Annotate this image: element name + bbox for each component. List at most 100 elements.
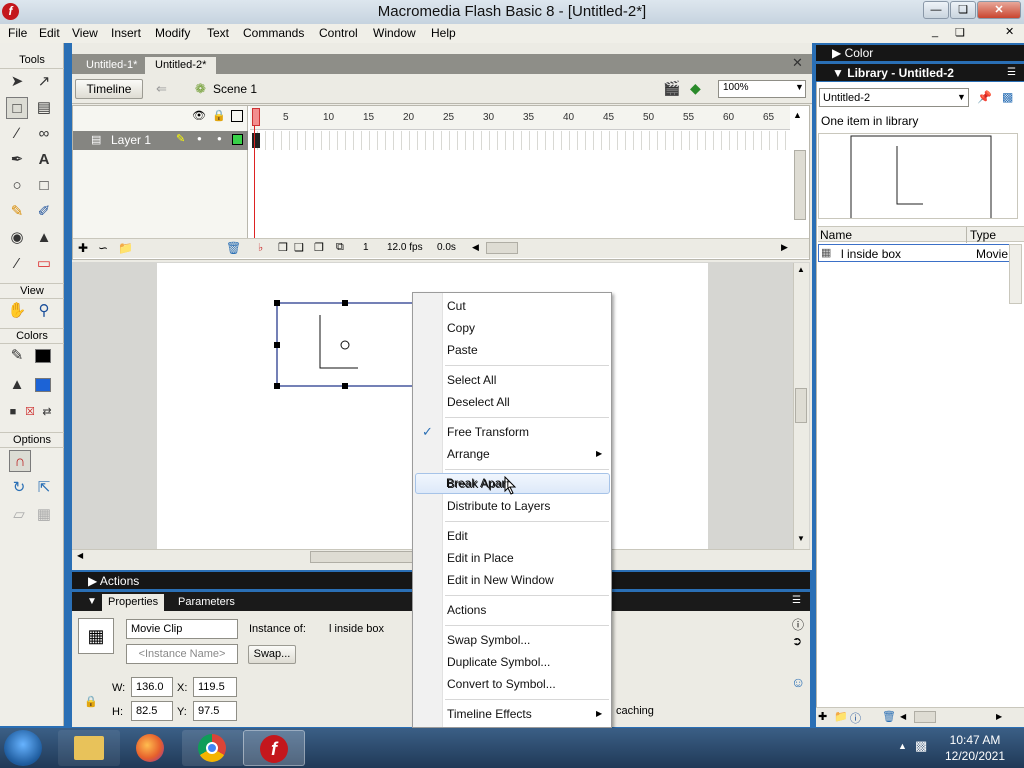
menu-item-edit[interactable]: Edit (447, 529, 468, 543)
lock-icon[interactable]: 🔒 (212, 109, 226, 122)
panel-options-icon[interactable]: ☰ (792, 595, 801, 606)
timeline-scroll-left-icon[interactable]: ◀ (472, 242, 479, 253)
properties-collapse-icon[interactable]: ▼ (87, 596, 97, 607)
visibility-dot-icon[interactable]: ● (197, 134, 202, 143)
timeline-toggle-button[interactable]: Timeline (75, 79, 143, 99)
library-item-name[interactable]: l inside box (841, 247, 901, 261)
menu-item-convert-symbol[interactable]: Convert to Symbol... (447, 677, 556, 691)
edit-symbols-icon[interactable]: ◆ (690, 80, 701, 97)
zoom-dropdown-icon[interactable]: ▼ (795, 82, 804, 92)
brush-tool-icon[interactable]: ✐ (33, 201, 55, 223)
edit-symbol-icon[interactable]: ➲ (792, 634, 802, 648)
menu-item-distribute[interactable]: Distribute to Layers (447, 499, 550, 513)
layer-color-swatch[interactable] (232, 134, 243, 145)
rotate-skew-icon[interactable]: ↻ (8, 477, 30, 499)
timeline-scroll-right-icon[interactable]: ▶ (781, 242, 788, 253)
add-guide-layer-icon[interactable]: ∽ (98, 241, 108, 255)
col-type[interactable]: Type (970, 228, 996, 242)
menu-item-actions[interactable]: Actions (447, 603, 486, 617)
new-symbol-icon[interactable]: ✚ (818, 710, 827, 723)
new-folder-icon[interactable]: 📁 (834, 710, 848, 723)
menu-modify[interactable]: Modify (155, 26, 190, 40)
stage-vscroll-thumb[interactable] (795, 388, 807, 423)
center-frame-icon[interactable]: ♭ (258, 241, 263, 254)
menu-item-break-apart[interactable]: Break Apart (447, 477, 510, 491)
minimize-button[interactable]: — (923, 1, 949, 19)
menu-window[interactable]: Window (373, 26, 416, 40)
eyedropper-tool-icon[interactable]: ⁄ (6, 253, 28, 275)
pin-library-icon[interactable]: 📌 (977, 90, 992, 104)
tab-untitled-2[interactable]: Untitled-2* (145, 57, 217, 74)
frame-cells[interactable] (250, 131, 790, 150)
tab-parameters[interactable]: Parameters (172, 594, 241, 611)
swap-colors-icon[interactable]: ⇄ (36, 401, 58, 423)
delete-layer-icon[interactable]: 🗑 (226, 241, 241, 255)
menu-item-select-all[interactable]: Select All (447, 373, 496, 387)
fill-color-swatch[interactable] (35, 378, 51, 392)
library-panel-header[interactable]: ▼ Library - Untitled-2 (816, 64, 1024, 81)
col-name[interactable]: Name (820, 228, 852, 242)
menu-item-cut[interactable]: Cut (447, 299, 466, 313)
menu-item-duplicate-symbol[interactable]: Duplicate Symbol... (447, 655, 550, 669)
modify-onion-markers-icon[interactable]: ⧉ (336, 241, 344, 254)
stage-scroll-down-icon[interactable]: ▼ (797, 534, 805, 543)
firefox-taskbar-icon[interactable] (121, 730, 183, 766)
symbol-behavior-select[interactable]: Movie Clip (126, 619, 238, 639)
playhead[interactable] (252, 108, 260, 126)
zoom-select[interactable]: 100% (718, 80, 806, 98)
close-doc-icon[interactable]: ✕ (792, 55, 803, 71)
arrow-tool-icon[interactable]: ➤ (6, 71, 28, 93)
close-button[interactable]: ✕ (977, 1, 1021, 19)
menu-control[interactable]: Control (319, 26, 358, 40)
subselect-tool-icon[interactable]: ↗ (33, 71, 55, 93)
insert-layer-icon[interactable]: ✚ (78, 241, 88, 255)
menu-insert[interactable]: Insert (111, 26, 141, 40)
pen-tool-icon[interactable]: ✒ (6, 149, 28, 171)
stage-scroll-up-icon[interactable]: ▲ (797, 265, 805, 274)
menu-item-deselect-all[interactable]: Deselect All (447, 395, 510, 409)
menu-commands[interactable]: Commands (243, 26, 304, 40)
menu-help[interactable]: Help (431, 26, 456, 40)
ink-bottle-tool-icon[interactable]: ◉ (6, 227, 28, 249)
restore-button[interactable]: ❏ (950, 1, 976, 19)
lock-dot-icon[interactable]: ● (217, 134, 222, 143)
back-arrow-icon[interactable]: ⇐ (156, 81, 167, 97)
outline-icon[interactable] (231, 110, 243, 122)
doc-restore-icon[interactable]: ❏ (955, 26, 965, 39)
edit-multiple-frames-icon[interactable]: ❐ (314, 241, 324, 254)
edit-scene-icon[interactable]: 🎬 (663, 80, 680, 97)
width-input[interactable]: 136.0 (131, 677, 173, 697)
menu-item-free-transform[interactable]: Free Transform (447, 425, 529, 439)
line-tool-icon[interactable]: ∕ (6, 123, 28, 145)
explorer-taskbar-icon[interactable] (58, 730, 120, 766)
delete-item-icon[interactable]: 🗑 (882, 710, 896, 723)
library-dropdown-icon[interactable]: ▼ (957, 92, 966, 102)
library-options-icon[interactable]: ☰ (1007, 67, 1016, 78)
constrain-lock-icon[interactable]: 🔒 (84, 695, 98, 708)
onion-skin-icon[interactable]: ❒ (278, 241, 288, 254)
stroke-color-icon[interactable]: ✎ (6, 345, 28, 367)
snap-magnet-icon[interactable]: ∩ (9, 450, 31, 472)
stage-scroll-left-icon[interactable]: ◀ (77, 551, 83, 560)
menu-view[interactable]: View (72, 26, 98, 40)
swap-button[interactable]: Swap... (248, 645, 296, 664)
start-button[interactable] (4, 730, 42, 766)
fill-transform-tool-icon[interactable]: ▤ (33, 97, 55, 119)
library-vscroll[interactable] (1009, 244, 1022, 304)
free-transform-tool-icon[interactable]: □ (6, 97, 28, 119)
menu-item-copy[interactable]: Copy (447, 321, 475, 335)
y-input[interactable]: 97.5 (193, 701, 237, 721)
pencil-tool-icon[interactable]: ✎ (6, 201, 28, 223)
menu-item-swap-symbol[interactable]: Swap Symbol... (447, 633, 530, 647)
onion-outlines-icon[interactable]: ❑ (294, 241, 304, 254)
doc-minimize-icon[interactable]: _ (932, 26, 938, 38)
lasso-tool-icon[interactable]: ∞ (33, 123, 55, 145)
zoom-tool-icon[interactable]: ⚲ (33, 300, 55, 322)
timeline-vscroll-thumb[interactable] (794, 150, 806, 220)
height-input[interactable]: 82.5 (131, 701, 173, 721)
x-input[interactable]: 119.5 (193, 677, 237, 697)
instance-name-input[interactable]: <Instance Name> (126, 644, 238, 664)
timeline-hscroll-thumb[interactable] (486, 242, 518, 254)
menu-item-edit-in-place[interactable]: Edit in Place (447, 551, 514, 565)
new-library-panel-icon[interactable]: ▩ (1002, 90, 1013, 104)
